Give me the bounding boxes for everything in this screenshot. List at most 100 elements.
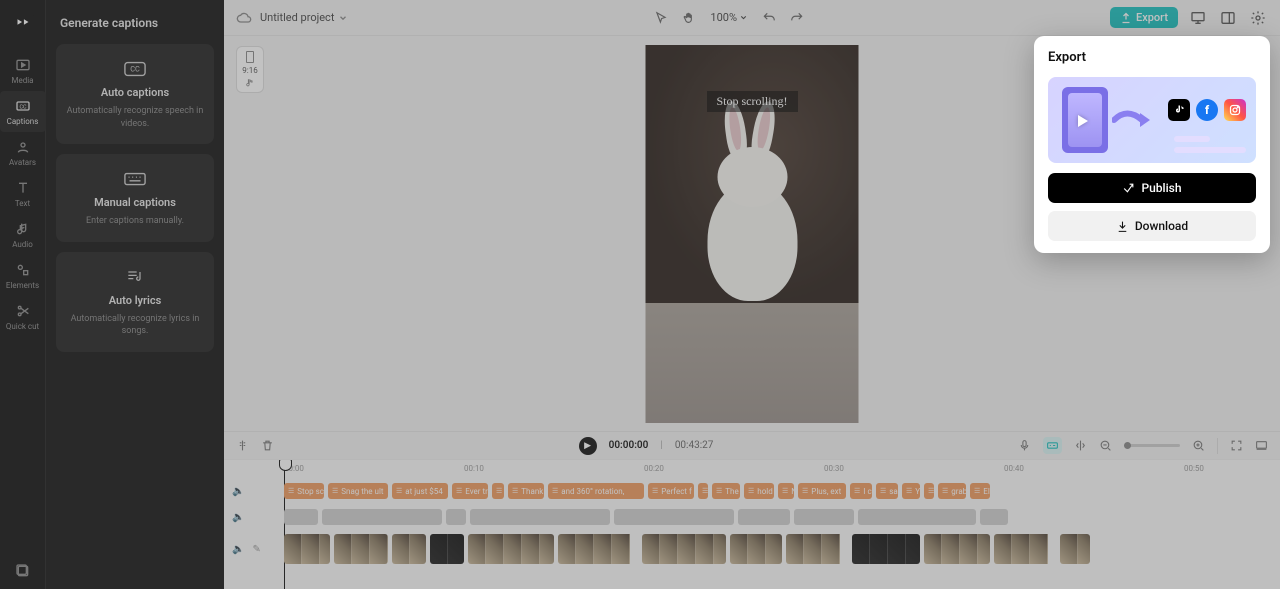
undo-icon[interactable] [762,11,776,25]
export-button[interactable]: Export [1110,7,1178,28]
preview-detach-icon[interactable] [1255,439,1268,452]
export-panel-title: Export [1048,50,1256,65]
rail-item-layers[interactable] [15,563,31,589]
caption-clip[interactable]: ☰Perfect f [648,483,694,499]
audio-clip[interactable] [284,509,318,525]
fit-icon[interactable] [1230,439,1243,452]
rail-item-text[interactable]: Text [0,173,46,214]
video-clip[interactable] [924,534,990,564]
rail-item-avatars[interactable]: Avatars [0,132,46,173]
keyboard-icon [124,168,146,190]
caption-clip[interactable]: ☰ [924,483,934,499]
video-clip[interactable] [642,534,726,564]
video-clip[interactable] [1060,534,1090,564]
rail-label: Captions [7,117,39,126]
caption-clip[interactable]: ☰sav [876,483,898,499]
rail-item-media[interactable]: Media [0,50,46,91]
lyrics-icon [124,266,146,288]
rail-item-elements[interactable]: Elements [0,255,46,296]
caption-clip[interactable]: ☰Ele [970,483,990,499]
chevron-down-icon[interactable] [338,13,348,23]
zoom-slider[interactable] [1124,444,1180,447]
caption-clip[interactable]: ☰Stop sc [284,483,324,499]
publish-button[interactable]: Publish [1048,173,1256,203]
time-ruler[interactable]: 00:0000:1000:2000:3000:4000:50 [284,460,1280,480]
play-button[interactable]: ▶ [579,437,597,455]
audio-clip[interactable] [446,509,466,525]
video-clip[interactable] [786,534,848,564]
video-clip[interactable] [430,534,464,564]
audio-clip[interactable] [794,509,854,525]
caption-clip[interactable]: ☰I [492,483,504,499]
caption-clip[interactable]: ☰Yo [902,483,920,499]
bunny-illustration [707,181,797,301]
card-auto-lyrics[interactable]: Auto lyrics Automatically recognize lyri… [56,252,214,352]
ruler-tick: 00:50 [1184,464,1204,473]
auto-caption-toggle-icon[interactable] [1043,437,1062,454]
video-clip[interactable] [468,534,554,564]
video-clip[interactable] [334,534,388,564]
mute-icon[interactable]: 🔈 [232,544,244,555]
card-manual-captions[interactable]: Manual captions Enter captions manually. [56,154,214,242]
aspect-ratio-chip[interactable]: 9:16 [236,46,264,93]
caption-overlay: Stop scrolling! [707,91,798,112]
ruler-tick: 00:20 [644,464,664,473]
delete-icon[interactable] [261,439,274,452]
video-clip[interactable] [730,534,782,564]
audio-clip[interactable] [614,509,734,525]
audio-clip[interactable] [470,509,610,525]
caption-clip[interactable]: ☰Thank [508,483,544,499]
caption-clip[interactable]: ☰grab [938,483,966,499]
publish-label: Publish [1141,181,1181,195]
video-track[interactable]: 🔈✎ [284,532,1280,566]
caption-clip[interactable]: ☰hold [744,483,774,499]
split-text-icon[interactable] [236,439,249,452]
video-preview[interactable]: Stop scrolling! [646,45,859,423]
video-clip[interactable] [558,534,638,564]
caption-clip[interactable]: ☰The [712,483,740,499]
settings-icon[interactable] [1248,8,1268,28]
zoom-level[interactable]: 100% [710,11,748,24]
caption-clip[interactable]: ☰Ever tr [452,483,488,499]
panel-toggle-icon[interactable] [1218,8,1238,28]
app-logo[interactable] [9,8,37,36]
video-clip[interactable] [852,534,920,564]
cloud-icon[interactable] [236,10,252,26]
split-clip-icon[interactable] [1074,439,1087,452]
caption-track[interactable]: 🔈 ☰Stop sc☰Snag the ult☰at just $54☰Ever… [284,480,1280,502]
audio-clip[interactable] [322,509,442,525]
card-auto-captions[interactable]: CC Auto captions Automatically recognize… [56,44,214,144]
rail-item-captions[interactable]: CC Captions [0,91,46,132]
zoom-in-icon[interactable] [1192,439,1205,452]
project-name[interactable]: Untitled project [260,11,334,24]
mute-icon[interactable]: 🔈 [232,512,244,523]
timeline[interactable]: 00:0000:1000:2000:3000:4000:50 🔈 ☰Stop s… [224,459,1280,589]
secondary-track[interactable]: 🔈 [284,506,1280,528]
edit-track-icon[interactable]: ✎ [252,544,260,555]
video-clip[interactable] [392,534,426,564]
video-clip[interactable] [994,534,1056,564]
portrait-rect-icon [246,51,254,63]
rail-item-quickcut[interactable]: Quick cut [0,296,46,337]
caption-clip[interactable]: ☰N [778,483,794,499]
caption-clip[interactable]: ☰ [698,483,708,499]
audio-clip[interactable] [980,509,1008,525]
rail-item-audio[interactable]: Audio [0,214,46,255]
card-sub: Automatically recognize lyrics in songs. [66,313,204,338]
download-button[interactable]: Download [1048,211,1256,241]
video-clip[interactable] [284,534,330,564]
hand-tool-icon[interactable] [682,11,696,25]
caption-clip[interactable]: ☰at just $54 [392,483,448,499]
voiceover-icon[interactable] [1018,439,1031,452]
caption-clip[interactable]: ☰Plus, ext [798,483,846,499]
caption-clip[interactable]: ☰Snag the ult [328,483,388,499]
audio-clip[interactable] [858,509,976,525]
mute-icon[interactable]: 🔈 [232,486,244,497]
caption-clip[interactable]: ☰I cu [850,483,872,499]
pointer-tool-icon[interactable] [654,11,668,25]
caption-clip[interactable]: ☰and 360° rotation, [548,483,644,499]
redo-icon[interactable] [790,11,804,25]
zoom-out-icon[interactable] [1099,439,1112,452]
present-icon[interactable] [1188,8,1208,28]
audio-clip[interactable] [738,509,790,525]
